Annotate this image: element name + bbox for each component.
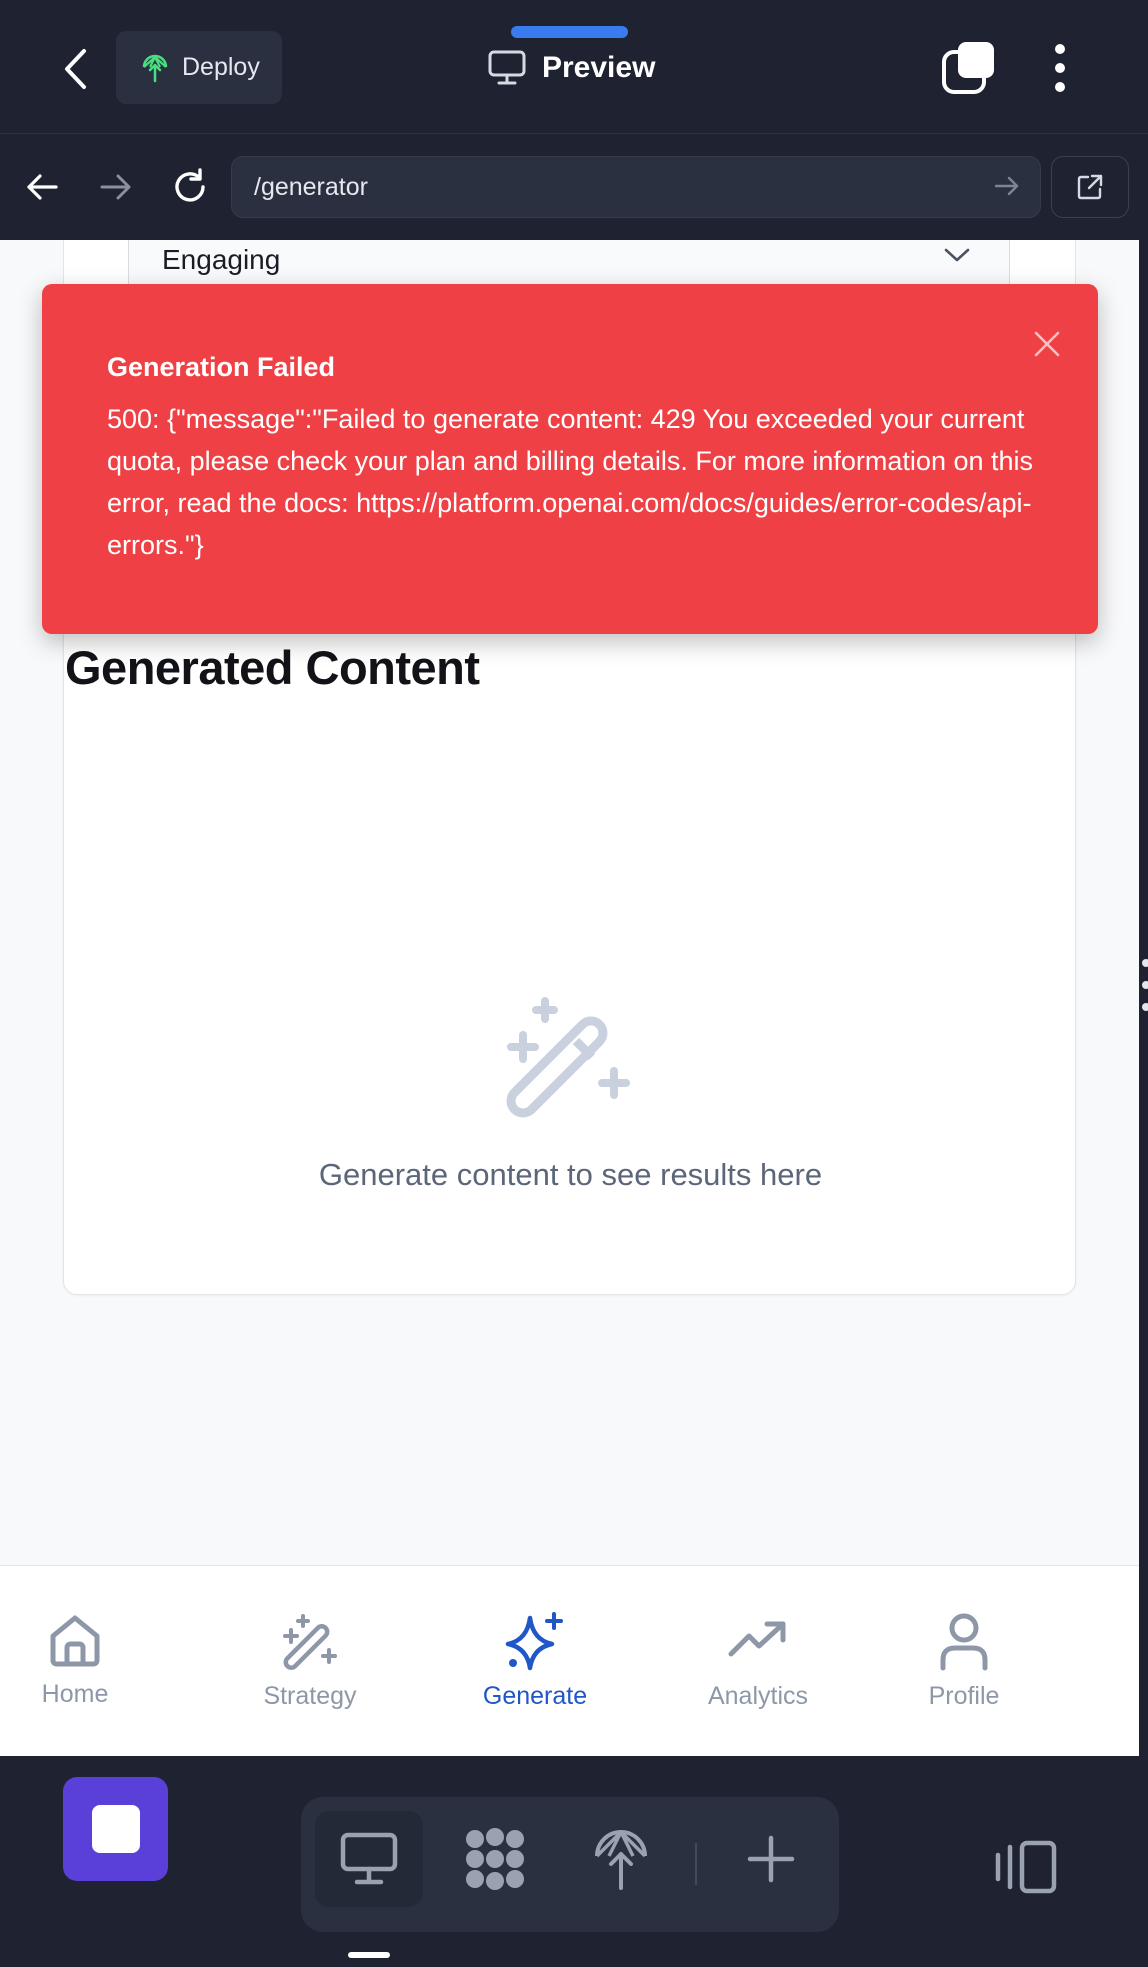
generated-content-title: Generated Content <box>65 641 480 694</box>
preview-title: Preview <box>488 44 655 92</box>
reload-icon <box>175 168 205 202</box>
nav-item-generate[interactable]: Generate <box>455 1610 615 1711</box>
nav-item-analytics[interactable]: Analytics <box>678 1610 838 1711</box>
nav-label-profile: Profile <box>928 1682 1000 1710</box>
stop-icon <box>91 1805 140 1853</box>
browser-back-button[interactable] <box>18 163 66 211</box>
toast-message: 500: {"message":"Failed to generate cont… <box>107 404 1034 560</box>
chevron-down-icon <box>944 248 970 262</box>
nav-item-home[interactable]: Home <box>0 1610 155 1709</box>
kebab-dot <box>1055 44 1065 54</box>
sidebar-toggle-button[interactable] <box>990 1837 1060 1897</box>
browser-toolbar: /generator <box>0 135 1148 240</box>
toolbar-divider <box>695 1843 697 1885</box>
url-input[interactable]: /generator <box>231 156 1041 218</box>
error-toast: Generation Failed 500: {"message":"Faile… <box>42 284 1098 634</box>
preview-view-button[interactable] <box>315 1811 423 1907</box>
go-arrow-icon[interactable] <box>992 171 1022 201</box>
toast-close-button[interactable] <box>1027 324 1067 364</box>
stop-button[interactable] <box>63 1777 168 1881</box>
close-icon <box>1034 331 1060 357</box>
deploy-label: Deploy <box>182 53 260 81</box>
more-menu-button[interactable] <box>1040 40 1080 96</box>
tone-select[interactable]: Engaging <box>128 240 1010 290</box>
browser-forward-button[interactable] <box>92 163 140 211</box>
nav-label-generate: Generate <box>482 1682 588 1710</box>
nav-item-profile[interactable]: Profile <box>884 1610 1044 1711</box>
external-link-icon <box>1077 174 1103 200</box>
trending-up-icon <box>728 1621 786 1657</box>
tone-select-value: Engaging <box>162 243 281 275</box>
arrow-left-icon <box>27 174 58 200</box>
user-icon <box>940 1613 988 1671</box>
nav-label-home: Home <box>41 1680 109 1708</box>
url-text: /generator <box>254 172 368 201</box>
deploy-icon <box>142 54 168 82</box>
workspace-view-button[interactable] <box>441 1811 549 1907</box>
empty-state-text: Generate content to see results here <box>318 1157 823 1192</box>
home-indicator <box>348 1952 390 1958</box>
deploy-button[interactable]: Deploy <box>116 31 282 104</box>
plus-icon <box>747 1835 795 1883</box>
sparkle-icon <box>505 1612 563 1671</box>
nav-label-analytics: Analytics <box>707 1682 809 1710</box>
kebab-dot <box>1055 63 1065 73</box>
kebab-dot <box>1055 82 1065 92</box>
magic-wand-icon <box>501 981 641 1126</box>
arrow-right-icon <box>100 174 131 200</box>
tabs-icon <box>942 42 994 94</box>
app-top-bar: Deploy Preview <box>0 0 1148 134</box>
drag-handle[interactable] <box>511 26 628 38</box>
chevron-left-icon <box>65 49 86 89</box>
deploy-icon <box>595 1830 647 1890</box>
device-toolbar <box>0 1757 1148 1967</box>
nav-item-strategy[interactable]: Strategy <box>230 1610 390 1711</box>
bottom-navigation: Home Strategy Generate Analytics Profile <box>0 1565 1139 1756</box>
nav-label-strategy: Strategy <box>263 1682 357 1710</box>
reload-button[interactable] <box>166 163 214 211</box>
scroll-handle[interactable] <box>1139 950 1148 1020</box>
magic-wand-icon <box>283 1614 337 1670</box>
monitor-icon <box>340 1832 398 1885</box>
tabs-button[interactable] <box>940 40 996 96</box>
open-external-button[interactable] <box>1051 156 1129 218</box>
home-icon <box>50 1615 100 1667</box>
view-switcher <box>301 1797 839 1932</box>
monitor-icon <box>488 50 526 85</box>
back-button[interactable] <box>55 45 95 93</box>
preview-label: Preview <box>542 51 656 84</box>
deploy-view-button[interactable] <box>567 1811 675 1907</box>
grip-icon <box>1142 959 1148 1011</box>
toast-title: Generation Failed <box>107 352 336 382</box>
add-tool-button[interactable] <box>717 1811 825 1907</box>
grid-blob-icon <box>466 1828 524 1890</box>
sidebar-icon <box>995 1840 1057 1894</box>
